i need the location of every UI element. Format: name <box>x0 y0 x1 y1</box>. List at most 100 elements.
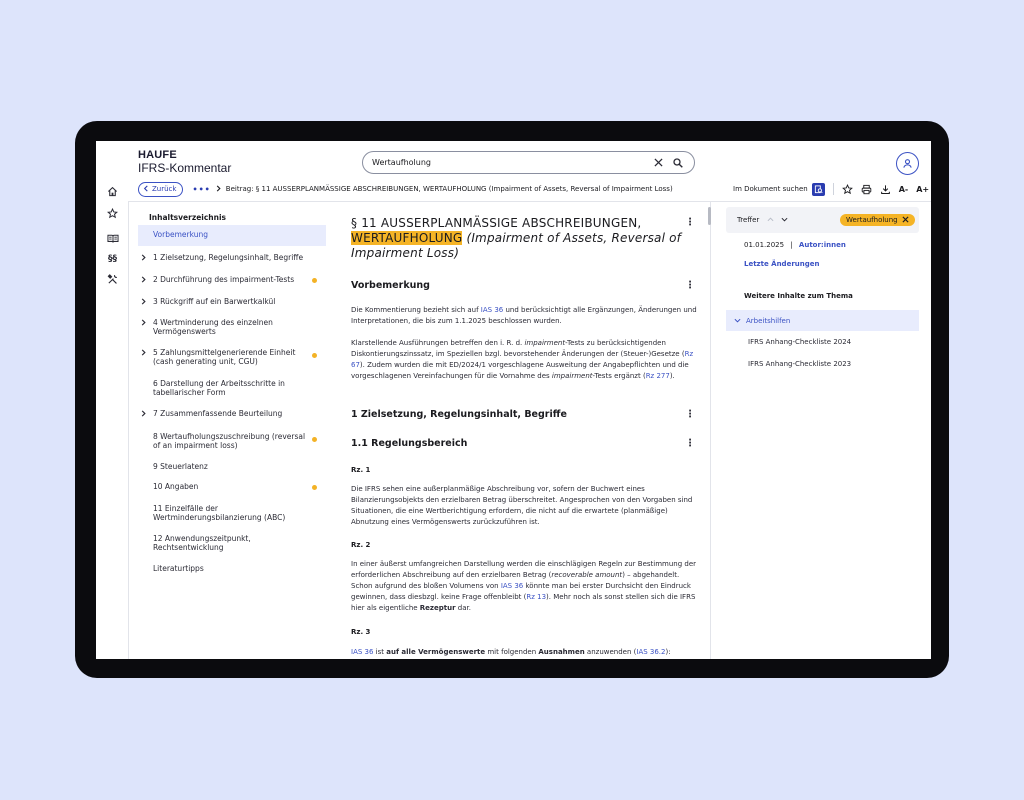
chevron-left-icon <box>143 184 149 194</box>
toc-item[interactable]: 6 Darstellung der Arbeitsschritte in tab… <box>138 379 326 397</box>
chevron-right-icon[interactable] <box>141 349 146 359</box>
hits-label: Treffer <box>737 216 760 224</box>
authors-link[interactable]: Autor:innen <box>799 241 846 249</box>
toc-item[interactable]: 7 Zusammenfassende Beurteilung <box>138 409 326 420</box>
toc-item[interactable]: 10 Angaben <box>138 482 326 492</box>
toc-item[interactable]: 3 Rückgriff auf ein Barwertkalkül <box>138 297 326 308</box>
toolbar-divider <box>832 183 834 195</box>
print-icon[interactable] <box>861 184 872 195</box>
toc-item-label: 6 Darstellung der Arbeitsschritte in tab… <box>153 379 285 397</box>
download-icon[interactable] <box>880 184 891 195</box>
rz-2-label: Rz. 2 <box>351 541 371 549</box>
link-ias-36[interactable]: IAS 36 <box>351 648 373 656</box>
link-ias-36-2[interactable]: IAS 36.2 <box>636 648 665 656</box>
document-search-icon[interactable] <box>811 182 825 196</box>
remove-chip-icon[interactable] <box>902 215 909 225</box>
bookmark-star-icon[interactable] <box>841 183 853 195</box>
search-hit-indicator <box>312 485 317 490</box>
tools-icon[interactable] <box>106 273 119 286</box>
home-icon[interactable] <box>106 185 119 198</box>
section-1-more-options-icon[interactable]: ⋮ <box>685 409 695 420</box>
paragraph-rz-3: IAS 36 ist auf alle Vermögenswerte mit f… <box>351 648 671 656</box>
search-icon[interactable] <box>671 156 685 170</box>
toc-item-label: 5 Zahlungsmittelgenerierende Einheit (ca… <box>153 348 296 366</box>
breadcrumb: Zurück ••• Beitrag: § 11 AUSSERPLANMÄSSI… <box>138 181 673 197</box>
in-document-search-label[interactable]: Im Dokument suchen <box>733 185 808 193</box>
nav-rail: §§ <box>96 179 128 659</box>
section-heading-vorbemerkung: Vorbemerkung <box>351 280 430 291</box>
book-icon[interactable] <box>106 232 119 245</box>
related-item[interactable]: IFRS Anhang-Checkliste 2023 <box>748 360 851 368</box>
section-more-options-icon[interactable]: ⋮ <box>685 280 695 291</box>
chevron-right-icon[interactable] <box>141 410 146 420</box>
article-scrollbar[interactable] <box>708 207 711 225</box>
clear-search-icon[interactable] <box>651 156 665 170</box>
search-hit-highlight: WERTAUFHOLUNG <box>351 231 463 245</box>
link-ias-36[interactable]: IAS 36 <box>481 306 503 314</box>
link-rz-13[interactable]: Rz 13 <box>526 593 546 601</box>
document-toolbar: Im Dokument suchen A- A+ <box>733 181 929 197</box>
chevron-right-icon[interactable] <box>141 276 146 286</box>
back-button[interactable]: Zurück <box>138 181 184 197</box>
chevron-right-icon[interactable] <box>141 319 146 329</box>
chevron-right-icon <box>216 184 221 194</box>
next-hit-icon[interactable] <box>781 216 788 224</box>
rz-1-label: Rz. 1 <box>351 466 371 474</box>
related-group-arbeitshilfen[interactable]: Arbeitshilfen <box>726 310 919 331</box>
toc-item-label: Vorbemerkung <box>153 230 208 239</box>
related-item[interactable]: IFRS Anhang-Checkliste 2024 <box>748 338 851 346</box>
font-smaller-button[interactable]: A- <box>899 185 909 194</box>
previous-hit-icon[interactable] <box>767 216 774 224</box>
toc-item[interactable]: Literaturtipps <box>138 564 326 574</box>
favorites-star-icon[interactable] <box>106 207 119 220</box>
toc-item-label: 9 Steuerlatenz <box>153 462 208 471</box>
chevron-right-icon[interactable] <box>141 298 146 308</box>
toc-item-label: 8 Wertaufholungszuschreibung (reversal o… <box>153 432 306 450</box>
font-larger-button[interactable]: A+ <box>916 185 929 194</box>
link-rz-277[interactable]: Rz 277 <box>646 372 670 380</box>
chevron-down-icon <box>734 317 741 325</box>
toc-item[interactable]: 12 Anwendungszeitpunkt, Rechtsentwicklun… <box>138 534 326 552</box>
toc-item-label: 12 Anwendungszeitpunkt, Rechtsentwicklun… <box>153 534 251 552</box>
last-changes-link[interactable]: Letzte Änderungen <box>744 260 819 268</box>
rail-divider <box>128 201 129 659</box>
toc-item[interactable]: 2 Durchführung des impairment-Tests <box>138 275 326 286</box>
paragraph-vorbemerkung-2: Klarstellende Ausführungen betreffen den… <box>351 339 694 380</box>
search-box <box>362 151 695 174</box>
related-content-title: Weitere Inhalte zum Thema <box>744 292 853 300</box>
rz-3-label: Rz. 3 <box>351 628 371 636</box>
toc-item[interactable]: 9 Steuerlatenz <box>138 462 326 472</box>
search-hit-indicator <box>312 278 317 283</box>
search-term-chip[interactable]: Wertaufholung <box>840 214 915 226</box>
toc-item[interactable]: 5 Zahlungsmittelgenerierende Einheit (ca… <box>138 348 326 366</box>
article-title: § 11 AUSSERPLANMÄSSIGE ABSCHREIBUNGEN, W… <box>351 216 703 261</box>
toc-item-label: 3 Rückgriff auf ein Barwertkalkül <box>153 297 276 306</box>
link-ias-36[interactable]: IAS 36 <box>501 582 523 590</box>
chevron-right-icon[interactable] <box>141 254 146 264</box>
toc-item[interactable]: 8 Wertaufholungszuschreibung (reversal o… <box>138 432 326 450</box>
panel-divider <box>710 201 711 659</box>
brand[interactable]: HAUFE IFRS-Kommentar <box>138 149 231 175</box>
user-account-button[interactable] <box>896 152 919 175</box>
toc-item[interactable]: Vorbemerkung <box>138 225 326 246</box>
app-screen: HAUFE IFRS-Kommentar Zurück ••• <box>96 141 931 659</box>
paragraph-rz-1: Die IFRS sehen eine außerplanmäßige Absc… <box>351 485 693 526</box>
search-input[interactable] <box>372 158 645 167</box>
toc-item[interactable]: 4 Wertminderung des einzelnen Vermögensw… <box>138 318 326 336</box>
header-divider <box>128 201 931 202</box>
search-hit-indicator <box>312 437 317 442</box>
back-button-label: Zurück <box>152 185 177 193</box>
toc-item-label: 11 Einzelfälle der Wertminderungsbilanzi… <box>153 504 286 522</box>
toc-item[interactable]: 11 Einzelfälle der Wertminderungsbilanzi… <box>138 504 326 522</box>
toc-item-label: Literaturtipps <box>153 564 204 573</box>
section-heading-1: 1 Zielsetzung, Regelungsinhalt, Begriffe <box>351 409 567 420</box>
haufe-logo[interactable]: HAUFE <box>138 149 231 161</box>
breadcrumb-more-button[interactable]: ••• <box>192 185 210 194</box>
breadcrumb-current: Beitrag: § 11 AUSSERPLANMÄSSIGE ABSCHREI… <box>225 185 673 193</box>
document-date: 01.01.2025 <box>744 241 785 249</box>
toc-item[interactable]: 1 Zielsetzung, Regelungsinhalt, Begriffe <box>138 253 326 264</box>
section-1-1-more-options-icon[interactable]: ⋮ <box>685 438 695 449</box>
toc-item-label: 2 Durchführung des impairment-Tests <box>153 275 295 284</box>
title-more-options-icon[interactable]: ⋮ <box>685 217 695 228</box>
paragraph-law-icon[interactable]: §§ <box>106 252 119 265</box>
